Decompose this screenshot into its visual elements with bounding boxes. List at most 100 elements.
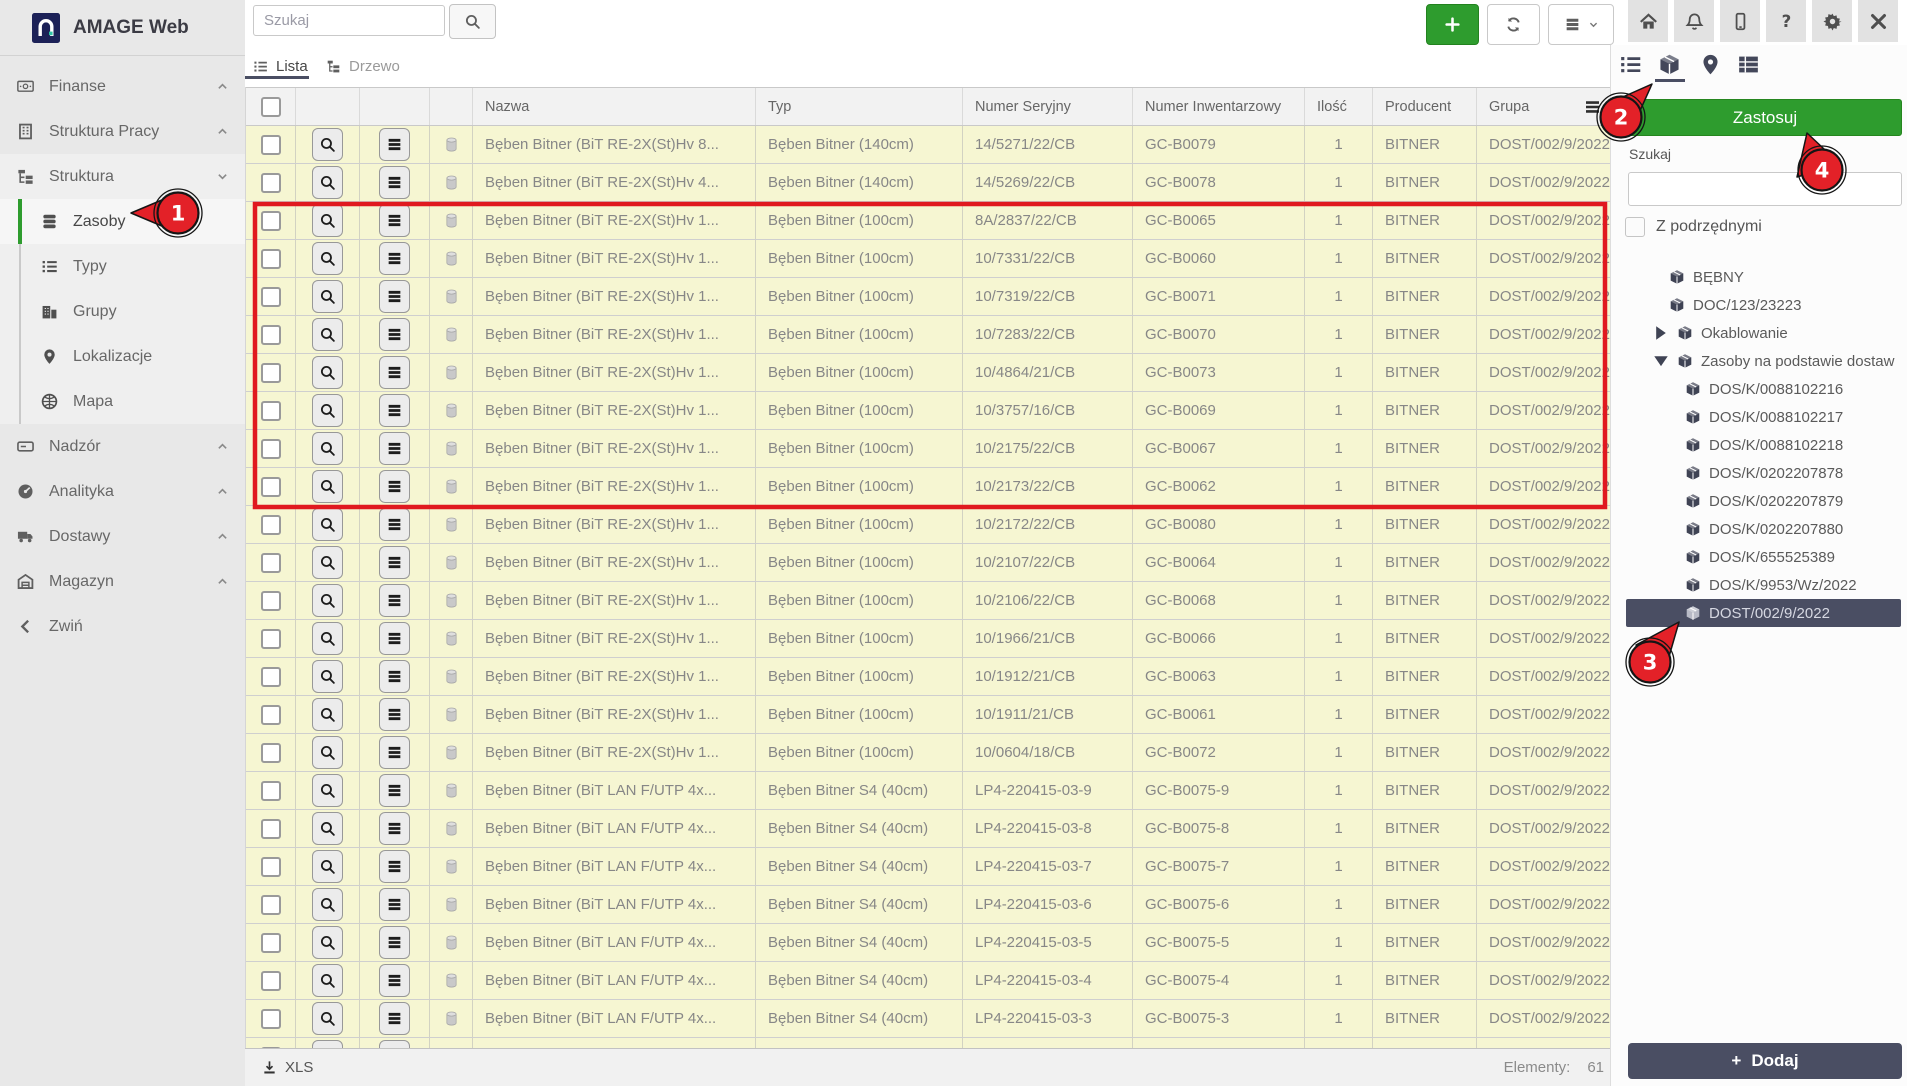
caret-down-icon[interactable] [1653, 353, 1669, 369]
table-row[interactable]: Bęben Bitner (BiT RE-2X(St)Hv 1...Bęben … [246, 240, 1610, 278]
row-actions-button[interactable] [379, 128, 410, 161]
row-preview-button[interactable] [312, 736, 343, 769]
row-checkbox[interactable] [261, 857, 281, 877]
row-checkbox[interactable] [261, 249, 281, 269]
row-preview-button[interactable] [312, 926, 343, 959]
row-checkbox[interactable] [261, 971, 281, 991]
sidebar-item-zwiń[interactable]: Zwiń [0, 604, 245, 649]
row-checkbox[interactable] [261, 325, 281, 345]
col-nazwa[interactable]: Nazwa [473, 88, 756, 125]
row-actions-button[interactable] [379, 926, 410, 959]
tree-item-dos-k-0088102216[interactable]: DOS/K/0088102216 [1611, 375, 1907, 403]
row-checkbox[interactable] [261, 287, 281, 307]
row-actions-button[interactable] [379, 204, 410, 237]
col-numer-inwentarzowy[interactable]: Numer Inwentarzowy [1133, 88, 1305, 125]
table-row[interactable]: Bęben Bitner (BiT LAN F/UTP 4x...Bęben B… [246, 848, 1610, 886]
notifications-button[interactable] [1674, 0, 1714, 42]
table-row[interactable]: Bęben Bitner (BiT LAN F/UTP 4x...Bęben B… [246, 772, 1610, 810]
panel-table-icon[interactable] [1737, 53, 1760, 76]
row-preview-button[interactable] [312, 508, 343, 541]
row-actions-button[interactable] [379, 812, 410, 845]
sidebar-item-nadzór[interactable]: Nadzór [0, 424, 245, 469]
sidebar-item-magazyn[interactable]: Magazyn [0, 559, 245, 604]
search-button[interactable] [449, 4, 496, 39]
row-preview-button[interactable] [312, 470, 343, 503]
sidebar-item-dostawy[interactable]: Dostawy [0, 514, 245, 559]
tab-lista[interactable]: Lista [253, 54, 308, 78]
row-actions-button[interactable] [379, 242, 410, 275]
row-preview-button[interactable] [312, 356, 343, 389]
panel-groups-cube-icon[interactable] [1658, 53, 1681, 76]
tree-item-dos-k-655525389[interactable]: DOS/K/655525389 [1611, 543, 1907, 571]
row-actions-button[interactable] [379, 736, 410, 769]
caret-right-icon[interactable] [1653, 325, 1669, 341]
col-ilosc[interactable]: Ilość [1305, 88, 1373, 125]
row-preview-button[interactable] [312, 964, 343, 997]
row-preview-button[interactable] [312, 204, 343, 237]
row-preview-button[interactable] [312, 850, 343, 883]
row-preview-button[interactable] [312, 1040, 343, 1048]
sidebar-item-zasoby[interactable]: Zasoby [0, 199, 245, 244]
row-actions-button[interactable] [379, 280, 410, 313]
table-row[interactable]: Bęben Bitner (BiT LAN F/UTP 4x...Bęben B… [246, 1000, 1610, 1038]
tree-item-bębny[interactable]: BĘBNY [1611, 263, 1907, 291]
row-actions-button[interactable] [379, 318, 410, 351]
table-row[interactable]: Bęben Bitner (BiT RE-2X(St)Hv 1...Bęben … [246, 202, 1610, 240]
settings-button[interactable] [1812, 0, 1852, 42]
table-row[interactable]: Bęben Bitner (BiT RE-2X(St)Hv 1...Bęben … [246, 734, 1610, 772]
tab-drzewo[interactable]: Drzewo [326, 54, 400, 78]
row-actions-button[interactable] [379, 470, 410, 503]
row-actions-button[interactable] [379, 774, 410, 807]
sidebar-item-mapa[interactable]: Mapa [0, 379, 245, 424]
row-preview-button[interactable] [312, 660, 343, 693]
export-xls-button[interactable]: XLS [262, 1059, 313, 1076]
sidebar-item-analityka[interactable]: Analityka [0, 469, 245, 514]
row-preview-button[interactable] [312, 280, 343, 313]
table-row[interactable]: Bęben Bitner (BiT RE-2X(St)Hv 1...Bęben … [246, 658, 1610, 696]
sidebar-item-finanse[interactable]: Finanse [0, 64, 245, 109]
close-button[interactable] [1858, 0, 1898, 42]
row-preview-button[interactable] [312, 622, 343, 655]
row-checkbox[interactable] [261, 705, 281, 725]
sidebar-item-typy[interactable]: Typy [0, 244, 245, 289]
row-preview-button[interactable] [312, 242, 343, 275]
row-checkbox[interactable] [261, 591, 281, 611]
col-producent[interactable]: Producent [1373, 88, 1477, 125]
with-children-checkbox[interactable] [1625, 217, 1645, 237]
sidebar-item-grupy[interactable]: Grupy [0, 289, 245, 334]
sidebar-item-lokalizacje[interactable]: Lokalizacje [0, 334, 245, 379]
row-preview-button[interactable] [312, 1002, 343, 1035]
row-actions-button[interactable] [379, 584, 410, 617]
table-row[interactable]: Bęben Bitner (BiT LAN F/UTP 4x...Bęben B… [246, 962, 1610, 1000]
row-actions-button[interactable] [379, 698, 410, 731]
table-row[interactable]: Bęben Bitner (BiT LAN F/UTP 4x...Bęben B… [246, 924, 1610, 962]
panel-list-icon[interactable] [1619, 53, 1642, 76]
row-checkbox[interactable] [261, 439, 281, 459]
row-checkbox[interactable] [261, 743, 281, 763]
panel-search-input[interactable] [1628, 172, 1902, 206]
table-row[interactable]: Bęben Bitner (BiT RE-2X(St)Hv 1...Bęben … [246, 696, 1610, 734]
row-actions-button[interactable] [379, 1002, 410, 1035]
table-row[interactable]: Bęben Bitner (BiT RE-2X(St)Hv 1...Bęben … [246, 620, 1610, 658]
row-actions-button[interactable] [379, 660, 410, 693]
tree-item-okablowanie[interactable]: Okablowanie [1611, 319, 1907, 347]
row-checkbox[interactable] [261, 477, 281, 497]
table-row[interactable]: Bęben Bitner (BiT RE-2X(St)Hv 8...Bęben … [246, 126, 1610, 164]
tree-item-dos-k-0202207878[interactable]: DOS/K/0202207878 [1611, 459, 1907, 487]
column-config-icon[interactable] [1584, 99, 1601, 115]
table-row[interactable]: Bęben Bitner (BiT RE-2X(St)Hv 1...Bęben … [246, 506, 1610, 544]
search-input[interactable] [253, 5, 445, 36]
row-actions-button[interactable] [379, 432, 410, 465]
row-preview-button[interactable] [312, 774, 343, 807]
col-numer-seryjny[interactable]: Numer Seryjny [963, 88, 1133, 125]
row-actions-button[interactable] [379, 356, 410, 389]
row-preview-button[interactable] [312, 698, 343, 731]
table-row[interactable]: Bęben Bitner (BiT RE-2X(St)Hv 1...Bęben … [246, 392, 1610, 430]
table-row[interactable]: Bęben Bitner (BiT RE-2X(St)Hv 4...Bęben … [246, 164, 1610, 202]
menu-dropdown-button[interactable] [1548, 4, 1614, 45]
tree-item-dos-k-0202207880[interactable]: DOS/K/0202207880 [1611, 515, 1907, 543]
row-actions-button[interactable] [379, 850, 410, 883]
row-preview-button[interactable] [312, 812, 343, 845]
table-row[interactable]: Bęben Bitner (BiT RE-2X(St)Hv 1...Bęben … [246, 430, 1610, 468]
table-row[interactable]: Bęben Bitner (BiT LAN F/UTP 4x...Bęben B… [246, 886, 1610, 924]
